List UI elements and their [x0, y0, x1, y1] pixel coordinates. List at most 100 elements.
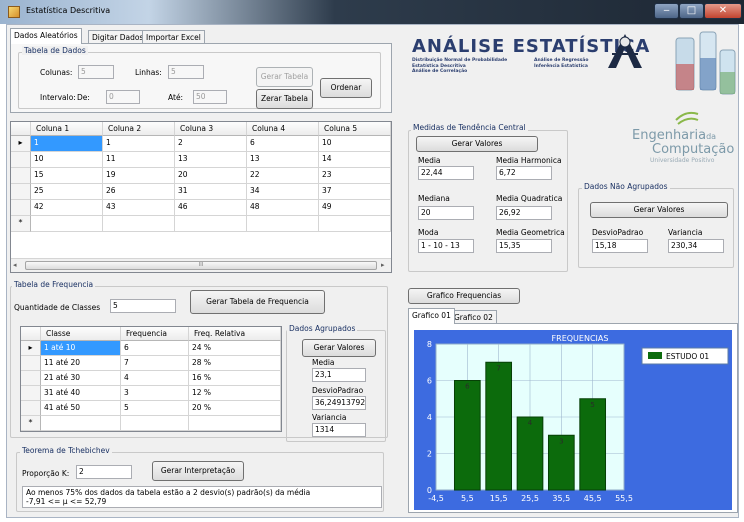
- quadratica-field[interactable]: 26,92: [496, 206, 552, 220]
- grid-header-col2[interactable]: Coluna 2: [103, 122, 175, 136]
- freq-cell[interactable]: 16 %: [189, 371, 281, 386]
- row-header[interactable]: [21, 386, 41, 401]
- grid-header-col3[interactable]: Coluna 3: [175, 122, 247, 136]
- grid-cell[interactable]: 13: [247, 152, 319, 168]
- moda-field[interactable]: 1 - 10 - 13: [418, 239, 474, 253]
- grid-cell[interactable]: 43: [103, 200, 175, 216]
- nao-agrupados-variancia-field[interactable]: 230,34: [668, 239, 724, 253]
- grid-cell[interactable]: 46: [175, 200, 247, 216]
- nao-agrupados-desvio-field[interactable]: 15,18: [592, 239, 648, 253]
- agrupados-gerar-button[interactable]: Gerar Valores: [302, 339, 376, 357]
- mediana-field[interactable]: 20: [418, 206, 474, 220]
- tab-dados-aleatorios[interactable]: Dados Aleatórios: [10, 28, 82, 44]
- freq-cell[interactable]: 31 até 40: [41, 386, 121, 401]
- grid-cell[interactable]: 34: [247, 184, 319, 200]
- freq-cell[interactable]: [41, 416, 121, 431]
- row-header[interactable]: [11, 152, 31, 168]
- tab-grafico-02[interactable]: Grafico 02: [450, 310, 497, 324]
- grid-cell[interactable]: 10: [31, 152, 103, 168]
- row-header[interactable]: [21, 371, 41, 386]
- freq-cell[interactable]: 12 %: [189, 386, 281, 401]
- freq-cell[interactable]: 21 até 30: [41, 371, 121, 386]
- title-bar[interactable]: [0, 0, 744, 24]
- harmonica-field[interactable]: 6,72: [496, 166, 552, 180]
- new-row-marker[interactable]: *: [11, 216, 31, 232]
- tab-digitar-dados[interactable]: Digitar Dados: [88, 30, 148, 44]
- freq-cell[interactable]: [189, 416, 281, 431]
- row-header[interactable]: [21, 356, 41, 371]
- grid-cell[interactable]: 26: [103, 184, 175, 200]
- grid-cell[interactable]: 14: [319, 152, 391, 168]
- freq-cell[interactable]: 3: [121, 386, 189, 401]
- close-button[interactable]: ✕: [704, 3, 742, 19]
- gerar-interpretacao-button[interactable]: Gerar Interpretação: [152, 461, 244, 481]
- freq-header-frequencia[interactable]: Frequencia: [121, 327, 189, 341]
- grid-cell[interactable]: 48: [247, 200, 319, 216]
- grid-cell[interactable]: 2: [175, 136, 247, 152]
- horizontal-scrollbar[interactable]: ◂ III ▸: [11, 258, 391, 272]
- row-header[interactable]: [11, 184, 31, 200]
- tendencia-gerar-button[interactable]: Gerar Valores: [416, 136, 538, 152]
- zerar-tabela-button[interactable]: Zerar Tabela: [256, 89, 313, 109]
- de-input[interactable]: 0: [106, 90, 140, 104]
- freq-cell[interactable]: 11 até 20: [41, 356, 121, 371]
- scroll-thumb[interactable]: III: [25, 261, 377, 270]
- grid-cell[interactable]: 31: [175, 184, 247, 200]
- grid-header-col1[interactable]: Coluna 1: [31, 122, 103, 136]
- nao-agrupados-gerar-button[interactable]: Gerar Valores: [590, 202, 728, 218]
- row-header[interactable]: [21, 401, 41, 416]
- grid-cell[interactable]: [103, 216, 175, 232]
- data-grid[interactable]: Coluna 1 Coluna 2 Coluna 3 Coluna 4 Colu…: [10, 121, 392, 273]
- gerar-frequencia-button[interactable]: Gerar Tabela de Frequencia: [190, 290, 325, 314]
- grid-cell[interactable]: 23: [319, 168, 391, 184]
- new-row-marker[interactable]: *: [21, 416, 41, 431]
- row-header[interactable]: [11, 200, 31, 216]
- freq-cell[interactable]: 41 até 50: [41, 401, 121, 416]
- agrupados-desvio-field[interactable]: 36,249137920: [312, 396, 366, 410]
- media-field[interactable]: 22,44: [418, 166, 474, 180]
- linhas-input[interactable]: 5: [168, 65, 204, 79]
- geometrica-field[interactable]: 15,35: [496, 239, 552, 253]
- freq-cell[interactable]: 24 %: [189, 341, 281, 356]
- row-header[interactable]: [11, 168, 31, 184]
- grid-cell[interactable]: 13: [175, 152, 247, 168]
- freq-cell[interactable]: 6: [121, 341, 189, 356]
- proporcao-input[interactable]: 2: [76, 465, 132, 479]
- freq-cell[interactable]: 5: [121, 401, 189, 416]
- freq-cell[interactable]: 28 %: [189, 356, 281, 371]
- grid-cell[interactable]: 20: [175, 168, 247, 184]
- maximize-button[interactable]: □: [679, 3, 704, 19]
- grid-cell[interactable]: [319, 216, 391, 232]
- grid-header-col5[interactable]: Coluna 5: [319, 122, 391, 136]
- freq-cell[interactable]: 4: [121, 371, 189, 386]
- freq-header-relativa[interactable]: Freq. Relativa: [189, 327, 281, 341]
- grid-cell[interactable]: [175, 216, 247, 232]
- interpretacao-output[interactable]: Ao menos 75% dos dados da tabela estão a…: [22, 486, 382, 508]
- current-row-indicator[interactable]: ▸: [21, 341, 41, 356]
- grid-cell[interactable]: 25: [31, 184, 103, 200]
- grid-cell[interactable]: 10: [319, 136, 391, 152]
- grid-cell[interactable]: 22: [247, 168, 319, 184]
- grid-cell[interactable]: 42: [31, 200, 103, 216]
- ordenar-button[interactable]: Ordenar: [320, 78, 372, 98]
- grid-cell[interactable]: 6: [247, 136, 319, 152]
- scroll-left-arrow[interactable]: ◂: [13, 261, 17, 269]
- freq-header-classe[interactable]: Classe: [41, 327, 121, 341]
- classes-input[interactable]: 5: [110, 299, 176, 313]
- gerar-tabela-button[interactable]: Gerar Tabela: [256, 67, 313, 87]
- ate-input[interactable]: 50: [193, 90, 227, 104]
- freq-cell[interactable]: 7: [121, 356, 189, 371]
- minimize-button[interactable]: ‒: [654, 3, 679, 19]
- agrupados-media-field[interactable]: 23,1: [312, 368, 366, 382]
- grid-cell[interactable]: [247, 216, 319, 232]
- grid-header-col4[interactable]: Coluna 4: [247, 122, 319, 136]
- scroll-right-arrow[interactable]: ▸: [381, 261, 385, 269]
- grafico-frequencias-button[interactable]: Grafico Frequencias: [408, 288, 520, 304]
- grid-cell[interactable]: 15: [31, 168, 103, 184]
- tab-importar-excel[interactable]: Importar Excel: [142, 30, 205, 44]
- agrupados-variancia-field[interactable]: 1314: [312, 423, 366, 437]
- current-row-indicator[interactable]: ▸: [11, 136, 31, 152]
- frequencia-grid[interactable]: Classe Frequencia Freq. Relativa ▸ 1 até…: [20, 326, 282, 432]
- grid-cell[interactable]: 37: [319, 184, 391, 200]
- grid-cell[interactable]: 11: [103, 152, 175, 168]
